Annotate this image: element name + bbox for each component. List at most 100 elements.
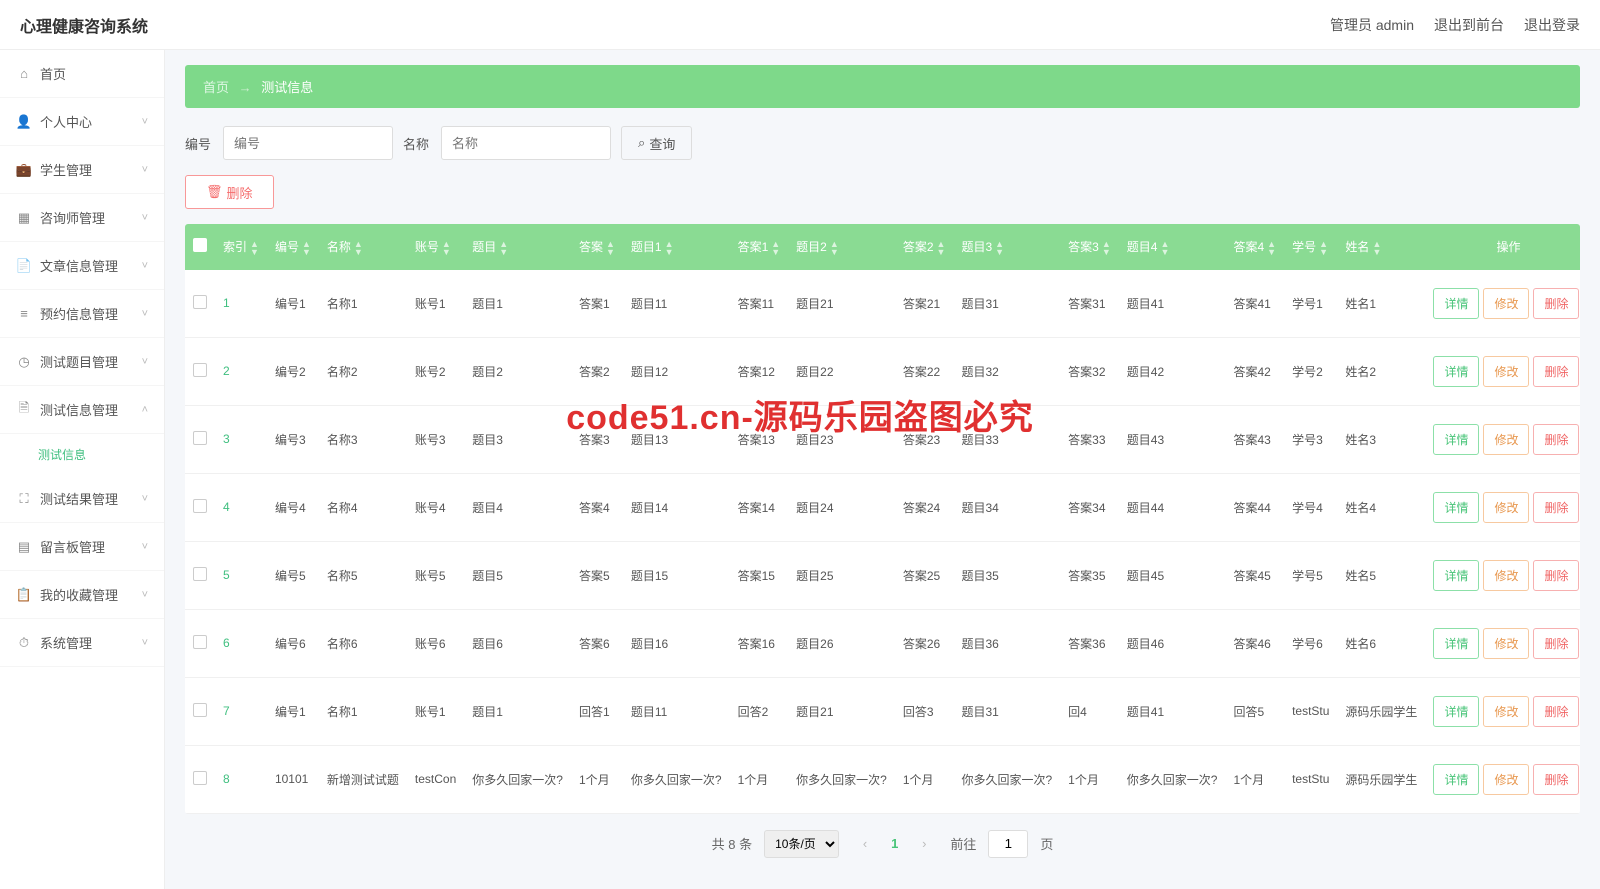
delete-button[interactable]: 🗑 删除: [185, 175, 274, 209]
col-header-2[interactable]: 名称▲▼: [319, 224, 407, 270]
breadcrumb-home[interactable]: 首页: [203, 80, 229, 95]
edit-button[interactable]: 修改: [1483, 356, 1529, 387]
search-name-input[interactable]: [441, 126, 611, 160]
jump-label-suffix: 页: [1040, 834, 1053, 853]
row-checkbox[interactable]: [193, 431, 207, 445]
detail-button[interactable]: 详情: [1433, 288, 1479, 319]
edit-button[interactable]: 修改: [1483, 764, 1529, 795]
row-delete-button[interactable]: 删除: [1533, 696, 1579, 727]
chevron-icon: ˅: [142, 260, 148, 272]
row-checkbox[interactable]: [193, 499, 207, 513]
table-cell: 题目11: [623, 270, 730, 338]
select-all-checkbox[interactable]: [193, 238, 207, 252]
row-delete-button[interactable]: 删除: [1533, 424, 1579, 455]
col-header-14[interactable]: 学号▲▼: [1284, 224, 1337, 270]
jump-page-input[interactable]: [988, 830, 1028, 858]
sidebar-item-10[interactable]: 📋我的收藏管理˅: [0, 571, 164, 619]
sidebar-subitem-test-info[interactable]: 测试信息: [0, 434, 164, 475]
sidebar-item-9[interactable]: ▤留言板管理˅: [0, 523, 164, 571]
col-header-3[interactable]: 账号▲▼: [407, 224, 464, 270]
table-cell: 答案13: [730, 405, 789, 473]
table-cell: 答案5: [571, 541, 623, 609]
row-delete-button[interactable]: 删除: [1533, 356, 1579, 387]
row-delete-button[interactable]: 删除: [1533, 492, 1579, 523]
next-page-button[interactable]: ›: [910, 830, 938, 858]
sidebar-item-8[interactable]: ⛶测试结果管理˅: [0, 475, 164, 523]
detail-button[interactable]: 详情: [1433, 764, 1479, 795]
detail-button[interactable]: 详情: [1433, 356, 1479, 387]
table-cell: 答案3: [571, 405, 623, 473]
row-checkbox[interactable]: [193, 635, 207, 649]
table-cell: 答案32: [1060, 337, 1119, 405]
logout-link[interactable]: 退出登录: [1524, 15, 1580, 35]
sidebar-item-0[interactable]: ⌂首页: [0, 50, 164, 98]
page-size-select[interactable]: 10条/页: [764, 830, 839, 858]
table-cell: 学号1: [1284, 270, 1337, 338]
sidebar-item-4[interactable]: 📄文章信息管理˅: [0, 242, 164, 290]
row-checkbox[interactable]: [193, 771, 207, 785]
sidebar-item-3[interactable]: ▦咨询师管理˅: [0, 194, 164, 242]
detail-button[interactable]: 详情: [1433, 424, 1479, 455]
col-header-12[interactable]: 题目4▲▼: [1119, 224, 1226, 270]
table-cell: 答案14: [730, 473, 789, 541]
sidebar-item-7[interactable]: 🗎测试信息管理˄: [0, 386, 164, 434]
sidebar-item-1[interactable]: 👤个人中心˅: [0, 98, 164, 146]
detail-button[interactable]: 详情: [1433, 696, 1479, 727]
row-checkbox[interactable]: [193, 295, 207, 309]
admin-link[interactable]: 管理员 admin: [1330, 15, 1414, 35]
user-icon: 👤: [16, 114, 32, 130]
detail-button[interactable]: 详情: [1433, 560, 1479, 591]
col-header-6[interactable]: 题目1▲▼: [623, 224, 730, 270]
table-cell: 题目35: [953, 541, 1060, 609]
detail-button[interactable]: 详情: [1433, 492, 1479, 523]
file-icon: 📄: [16, 258, 32, 274]
col-header-5[interactable]: 答案▲▼: [571, 224, 623, 270]
table-cell: 答案42: [1225, 337, 1284, 405]
col-header-1[interactable]: 编号▲▼: [267, 224, 319, 270]
table-cell: 编号3: [267, 405, 319, 473]
chevron-icon: ˅: [142, 212, 148, 224]
sidebar: ⌂首页👤个人中心˅💼学生管理˅▦咨询师管理˅📄文章信息管理˅≡预约信息管理˅◷测…: [0, 50, 165, 889]
row-checkbox[interactable]: [193, 363, 207, 377]
sidebar-item-2[interactable]: 💼学生管理˅: [0, 146, 164, 194]
table-cell: 题目1: [464, 677, 571, 745]
row-delete-button[interactable]: 删除: [1533, 628, 1579, 659]
sidebar-item-label: 预约信息管理: [40, 304, 118, 323]
prev-page-button[interactable]: ‹: [851, 830, 879, 858]
sidebar-item-6[interactable]: ◷测试题目管理˅: [0, 338, 164, 386]
sidebar-item-11[interactable]: ⏱系统管理˅: [0, 619, 164, 667]
table-cell: 姓名3: [1337, 405, 1425, 473]
row-delete-button[interactable]: 删除: [1533, 288, 1579, 319]
col-header-0[interactable]: 索引▲▼: [215, 224, 267, 270]
edit-button[interactable]: 修改: [1483, 560, 1529, 591]
search-code-input[interactable]: [223, 126, 393, 160]
row-delete-button[interactable]: 删除: [1533, 560, 1579, 591]
col-header-11[interactable]: 答案3▲▼: [1060, 224, 1119, 270]
sidebar-item-5[interactable]: ≡预约信息管理˅: [0, 290, 164, 338]
edit-button[interactable]: 修改: [1483, 628, 1529, 659]
to-front-link[interactable]: 退出到前台: [1434, 15, 1504, 35]
row-checkbox[interactable]: [193, 703, 207, 717]
col-header-8[interactable]: 题目2▲▼: [788, 224, 895, 270]
row-index: 6: [215, 609, 267, 677]
edit-button[interactable]: 修改: [1483, 696, 1529, 727]
table-cell: 账号1: [407, 677, 464, 745]
col-header-15[interactable]: 姓名▲▼: [1337, 224, 1425, 270]
query-button[interactable]: ⌕ 查询: [621, 126, 692, 160]
col-header-7[interactable]: 答案1▲▼: [730, 224, 789, 270]
edit-button[interactable]: 修改: [1483, 424, 1529, 455]
detail-button[interactable]: 详情: [1433, 628, 1479, 659]
table-row: 6编号6名称6账号6题目6答案6题目16答案16题目26答案26题目36答案36…: [185, 609, 1580, 677]
col-header-4[interactable]: 题目▲▼: [464, 224, 571, 270]
current-page[interactable]: 1: [891, 836, 898, 851]
row-checkbox[interactable]: [193, 567, 207, 581]
table-cell: 学号2: [1284, 337, 1337, 405]
col-header-16[interactable]: 操作: [1425, 224, 1580, 270]
col-header-10[interactable]: 题目3▲▼: [953, 224, 1060, 270]
col-header-9[interactable]: 答案2▲▼: [895, 224, 954, 270]
edit-button[interactable]: 修改: [1483, 288, 1529, 319]
row-delete-button[interactable]: 删除: [1533, 764, 1579, 795]
edit-button[interactable]: 修改: [1483, 492, 1529, 523]
table-cell: 答案31: [1060, 270, 1119, 338]
col-header-13[interactable]: 答案4▲▼: [1225, 224, 1284, 270]
